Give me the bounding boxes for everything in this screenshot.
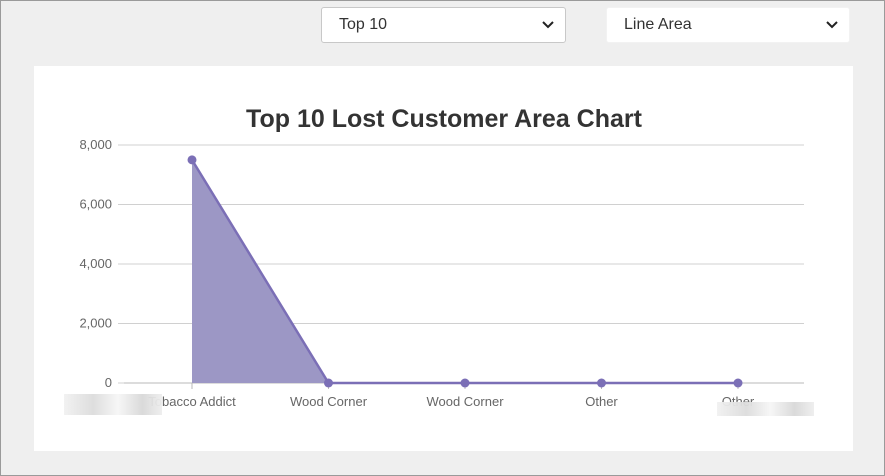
- data-point[interactable]: [733, 378, 743, 388]
- chart-type-select[interactable]: Line Area: [606, 7, 850, 43]
- x-tick-label: Wood Corner: [426, 394, 504, 409]
- chart-title: Top 10 Lost Customer Area Chart: [246, 105, 643, 133]
- blurred-label-right: [717, 402, 814, 416]
- y-tick-label: 6,000: [79, 197, 112, 212]
- data-point[interactable]: [460, 378, 470, 388]
- y-tick-label: 4,000: [79, 256, 112, 271]
- area-fill: [192, 159, 738, 383]
- data-point[interactable]: [597, 378, 606, 388]
- data-point[interactable]: [324, 378, 333, 388]
- chart-type-select-value: Line Area: [624, 16, 692, 33]
- top-n-select[interactable]: Top 10: [321, 7, 566, 43]
- top-n-select-value: Top 10: [339, 16, 388, 33]
- x-tick-label: Wood Corner: [290, 394, 368, 409]
- y-tick-label: 2,000: [79, 316, 112, 331]
- x-tick-label: Other: [585, 394, 618, 409]
- chevron-down-icon: [826, 21, 838, 29]
- chevron-down-icon: [542, 21, 554, 29]
- chart-card: Top 10 Lost Customer Area Chart 0 2,000 4,…: [34, 66, 853, 451]
- data-point[interactable]: [187, 155, 197, 165]
- blurred-label-left: [64, 394, 162, 415]
- y-tick-label: 8,000: [79, 137, 112, 152]
- y-tick-label: 0: [105, 375, 112, 390]
